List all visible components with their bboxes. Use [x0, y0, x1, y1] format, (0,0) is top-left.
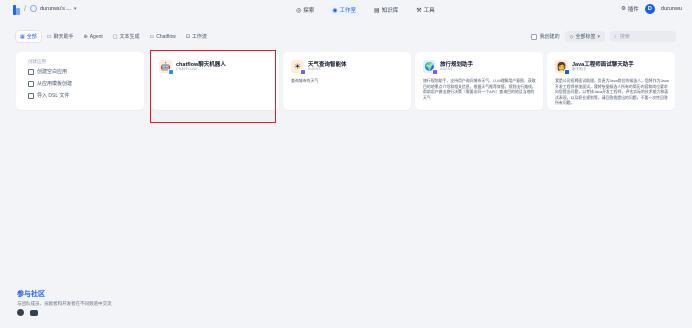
community-title: 参与社区: [17, 291, 45, 298]
tab-workflow[interactable]: ⊡ 工作流: [182, 31, 211, 42]
tab-agent[interactable]: ⊕ Agent: [80, 31, 107, 42]
nav-explore[interactable]: ◎ 探索: [290, 4, 320, 16]
compass-icon: ◎: [296, 7, 302, 14]
tab-label: 文本生成: [119, 34, 140, 40]
main-nav: ◎ 探索 ◉ 工作室 ▤ 知识库 ⚒ 工具: [290, 4, 441, 16]
search-icon: ⌕: [614, 33, 617, 40]
plugins-label: 插件: [627, 7, 639, 13]
studio-icon: ◉: [332, 7, 338, 14]
nav-knowledge-label: 知识库: [381, 8, 399, 14]
import-icon: [28, 92, 34, 99]
filter-controls: 我创建的 ◇ 全部标签 ▾ ⌕ 搜索: [530, 31, 676, 42]
grid-icon: ▦: [20, 33, 25, 40]
chat-badge-icon: [564, 69, 570, 75]
create-item-label: 导入 DSL 文件: [37, 93, 70, 99]
text-icon: ▢: [112, 33, 118, 40]
app-card[interactable]: 👩 Java工程师面试聊天助手 聊天助手 我是公司招聘面试助理，负责为Java岗…: [547, 52, 675, 110]
chevron-down-icon: ▾: [74, 5, 77, 12]
agent-icon: ⊕: [83, 33, 88, 40]
user-area: ⚙ 插件 D durunwu: [621, 4, 682, 14]
chevron-down-icon: ▾: [597, 33, 600, 40]
app-card[interactable]: 🌍 旅行规划助手 AGENT 旅行规划助手，支持用户询问城市天气、LLM理解用户…: [415, 52, 543, 110]
create-app-card: 创建应用 创建空白应用 从应用模板创建 导入 DSL 文件: [16, 52, 144, 110]
plugins-button[interactable]: ⚙ 插件: [621, 5, 639, 13]
tab-text-generation[interactable]: ▢ 文本生成: [109, 31, 144, 42]
workspace-icon: [30, 5, 37, 12]
create-item-label: 创建空白应用: [37, 69, 68, 75]
app-type: AGENT: [308, 67, 321, 71]
plugin-icon: ⚙: [620, 6, 626, 12]
template-icon: [28, 80, 34, 87]
tab-label: Chatflow: [156, 33, 176, 40]
tab-label: 全部: [26, 34, 37, 40]
top-bar: / durunwu's ... ▾ ◎ 探索 ◉ 工作室 ▤ 知识库 ⚒ 工具 …: [0, 0, 692, 20]
community-links: [17, 309, 38, 316]
app-card[interactable]: ☀ 天气查询智能体 AGENT 查询城市的天气: [283, 52, 411, 110]
tab-label: 工作流: [191, 34, 207, 40]
create-item-label: 从应用模板创建: [37, 81, 73, 87]
discord-icon[interactable]: [30, 309, 38, 316]
workspace-switcher[interactable]: durunwu's ... ▾: [30, 5, 77, 12]
checkbox[interactable]: [530, 33, 537, 40]
tab-label: 聊天助手: [53, 34, 74, 40]
tab-chatflow[interactable]: ▭ Chatflow: [146, 31, 180, 42]
tag-filter-label: 全部标签: [575, 34, 596, 40]
create-app-title: 创建应用: [28, 59, 46, 64]
book-icon: ▤: [374, 7, 380, 14]
separator: /: [24, 4, 27, 13]
search-placeholder: 搜索: [619, 34, 630, 40]
tag-icon: ◇: [569, 33, 574, 40]
community-section: 参与社区 与团队成员、贡献者和开发者在不同频道中交流: [17, 289, 112, 307]
chat-icon: ▭: [46, 33, 52, 40]
github-icon[interactable]: [17, 309, 24, 316]
nav-tools-label: 工具: [423, 8, 435, 14]
agent-badge-icon: [300, 69, 306, 75]
app-type: 聊天助手: [572, 67, 587, 71]
import-dsl-button[interactable]: 导入 DSL 文件: [28, 92, 69, 99]
tab-label: Agent: [89, 33, 103, 40]
search-input[interactable]: ⌕ 搜索: [610, 31, 676, 42]
created-by-me-label: 我创建的: [539, 34, 560, 40]
nav-studio[interactable]: ◉ 工作室: [326, 4, 363, 16]
tab-chat-assistant[interactable]: ▭ 聊天助手: [43, 31, 78, 42]
nav-explore-label: 探索: [303, 8, 315, 14]
avatar[interactable]: D: [644, 4, 655, 14]
workflow-icon: ⊡: [185, 33, 190, 40]
create-blank-app-button[interactable]: 创建空白应用: [28, 68, 67, 75]
app-description: 旅行规划助手，支持用户询问城市天气、LLM理解用户意图、获取目的地景点介绍和相关…: [423, 78, 536, 100]
community-description: 与团队成员、贡献者和开发者在不同频道中交流: [17, 301, 112, 306]
app-description: 我是公司招聘面试助理，负责为Java岗位的候选人，您将作为Java开发工程师参加…: [555, 78, 669, 106]
app-type: AGENT: [440, 67, 453, 71]
nav-knowledge[interactable]: ▤ 知识库: [368, 4, 404, 16]
nav-studio-label: 工作室: [339, 8, 357, 14]
tools-icon: ⚒: [416, 7, 422, 14]
agent-badge-icon: [432, 69, 438, 75]
chatflow-icon: ▭: [149, 33, 155, 40]
file-icon: [28, 68, 34, 75]
nav-tools[interactable]: ⚒ 工具: [410, 4, 440, 16]
create-from-template-button[interactable]: 从应用模板创建: [28, 80, 72, 87]
selection-highlight: [150, 50, 276, 123]
created-by-me-toggle[interactable]: 我创建的: [530, 33, 560, 40]
dify-logo[interactable]: [13, 5, 20, 15]
tag-filter-select[interactable]: ◇ 全部标签 ▾: [564, 31, 605, 42]
tab-all[interactable]: ▦ 全部: [16, 31, 41, 42]
app-description: 查询城市的天气: [291, 78, 319, 83]
workspace-name: durunwu's ...: [40, 5, 72, 12]
app-type-tabs: ▦ 全部 ▭ 聊天助手 ⊕ Agent ▢ 文本生成 ▭ Chatflow ⊡ 工作流: [16, 31, 211, 42]
user-name[interactable]: durunwu: [661, 6, 682, 12]
